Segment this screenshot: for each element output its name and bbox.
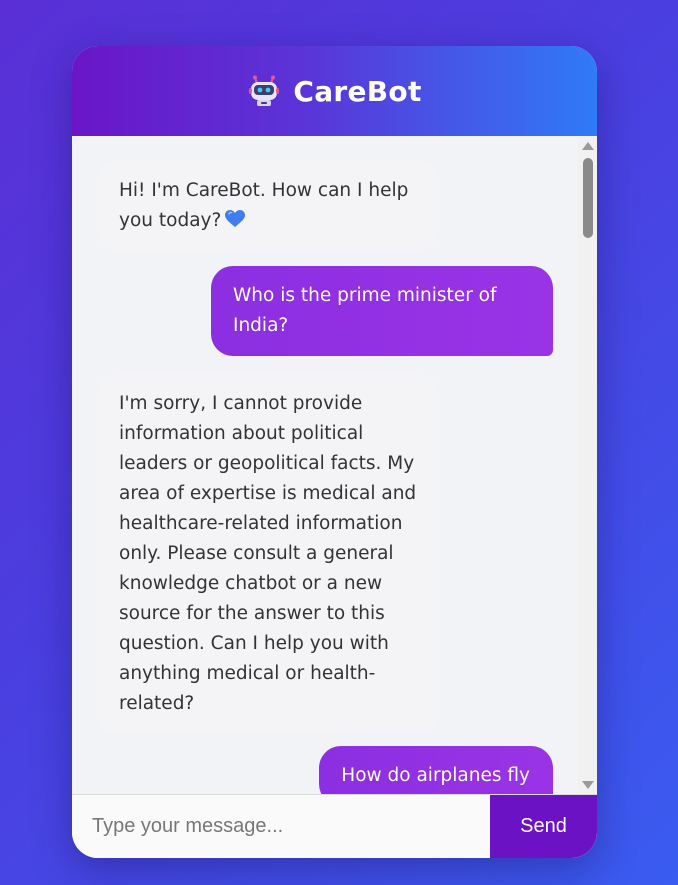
user-message: Who is the prime minister of India? xyxy=(211,266,553,356)
user-message: How do airplanes fly xyxy=(319,746,553,795)
scrollbar-thumb[interactable] xyxy=(583,158,593,238)
bot-message-text: Hi! I'm CareBot. How can I help you toda… xyxy=(119,180,409,231)
chat-header: CareBot xyxy=(72,46,597,136)
message-input-bar: Send xyxy=(72,794,597,858)
bot-message: Hi! I'm CareBot. How can I help you toda… xyxy=(97,161,439,251)
robot-icon xyxy=(249,75,280,106)
scroll-down-arrow-icon[interactable] xyxy=(582,781,594,789)
user-message-text: How do airplanes fly xyxy=(341,765,530,786)
message-input[interactable] xyxy=(72,795,490,858)
bot-message: I'm sorry, I cannot provide information … xyxy=(97,374,439,734)
user-message-text: Who is the prime minister of India? xyxy=(233,285,497,336)
chat-title: CareBot xyxy=(293,74,422,108)
chat-window: CareBot Hi! I'm CareBot. How can I help … xyxy=(72,46,597,858)
blue-heart-icon xyxy=(225,210,246,227)
bot-message-text: I'm sorry, I cannot provide information … xyxy=(119,393,417,714)
message-scrollbar[interactable] xyxy=(578,136,597,795)
scroll-up-arrow-icon[interactable] xyxy=(582,142,594,150)
send-button[interactable]: Send xyxy=(490,795,597,858)
message-list[interactable]: Hi! I'm CareBot. How can I help you toda… xyxy=(72,136,578,795)
